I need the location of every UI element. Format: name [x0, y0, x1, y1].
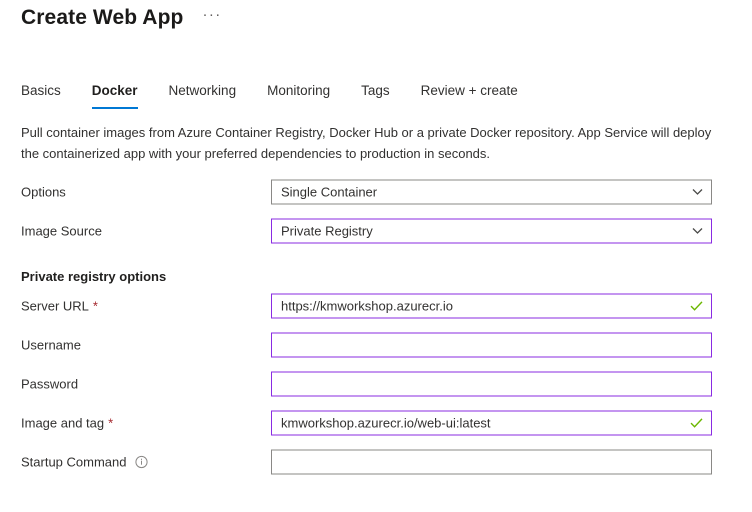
form-row-image-source: Image Source Private Registry: [0, 211, 752, 250]
required-asterisk: *: [92, 298, 98, 313]
form-row-startup-command: Startup Command: [0, 442, 752, 481]
create-web-app-blade: Create Web App ··· Basics Docker Network…: [0, 0, 752, 512]
more-options-icon[interactable]: ···: [200, 1, 223, 29]
server-url-input[interactable]: https://kmworkshop.azurecr.io: [271, 293, 712, 318]
password-input[interactable]: [271, 371, 712, 396]
label-options-text: Options: [21, 184, 66, 199]
image-and-tag-input-value: kmworkshop.azurecr.io/web-ui:latest: [281, 415, 491, 430]
tab-docker[interactable]: Docker: [91, 82, 138, 109]
options-dropdown[interactable]: Single Container: [271, 179, 712, 204]
image-source-dropdown-value: Private Registry: [281, 223, 373, 238]
tab-tags[interactable]: Tags: [361, 82, 390, 109]
form-row-image-and-tag: Image and tag * kmworkshop.azurecr.io/we…: [0, 403, 752, 442]
label-options: Options: [21, 184, 66, 199]
label-username-text: Username: [21, 337, 81, 352]
startup-command-input[interactable]: [271, 449, 712, 474]
tab-review-create[interactable]: Review + create: [421, 82, 518, 109]
username-input[interactable]: [271, 332, 712, 357]
page-title: Create Web App: [21, 6, 184, 29]
chevron-down-icon[interactable]: [692, 227, 703, 234]
docker-description: Pull container images from Azure Contain…: [21, 125, 712, 161]
required-asterisk: *: [108, 415, 114, 430]
options-dropdown-value: Single Container: [281, 184, 378, 199]
label-startup-command-text: Startup Command: [21, 454, 127, 469]
label-image-source-text: Image Source: [21, 223, 102, 238]
section-private-registry: Private registry options: [0, 250, 752, 286]
validation-check-icon: [690, 300, 703, 311]
info-icon[interactable]: [134, 455, 148, 468]
tab-networking[interactable]: Networking: [169, 82, 237, 109]
form-row-options: Options Single Container: [0, 172, 752, 211]
form-row-password: Password: [0, 364, 752, 403]
label-password: Password: [21, 376, 78, 391]
label-image-source: Image Source: [21, 223, 102, 238]
tab-basics[interactable]: Basics: [21, 82, 61, 109]
label-image-and-tag: Image and tag *: [21, 415, 113, 430]
label-server-url: Server URL *: [21, 298, 98, 313]
form-row-username: Username: [0, 325, 752, 364]
docker-form: Options Single Container Image Source Pr…: [0, 172, 752, 481]
tab-bar: Basics Docker Networking Monitoring Tags…: [21, 82, 549, 109]
label-username: Username: [21, 337, 81, 352]
image-and-tag-input[interactable]: kmworkshop.azurecr.io/web-ui:latest: [271, 410, 712, 435]
label-password-text: Password: [21, 376, 79, 391]
label-image-and-tag-text: Image and tag: [21, 415, 105, 430]
section-private-registry-title: Private registry options: [21, 269, 167, 284]
form-row-server-url: Server URL * https://kmworkshop.azurecr.…: [0, 286, 752, 325]
chevron-down-icon[interactable]: [692, 188, 703, 195]
tab-monitoring[interactable]: Monitoring: [267, 82, 330, 109]
label-server-url-text: Server URL: [21, 298, 89, 313]
label-startup-command: Startup Command: [21, 454, 148, 469]
image-source-dropdown[interactable]: Private Registry: [271, 218, 712, 243]
server-url-input-value: https://kmworkshop.azurecr.io: [281, 298, 453, 313]
validation-check-icon: [690, 417, 703, 428]
blade-header: Create Web App ···: [21, 4, 224, 32]
